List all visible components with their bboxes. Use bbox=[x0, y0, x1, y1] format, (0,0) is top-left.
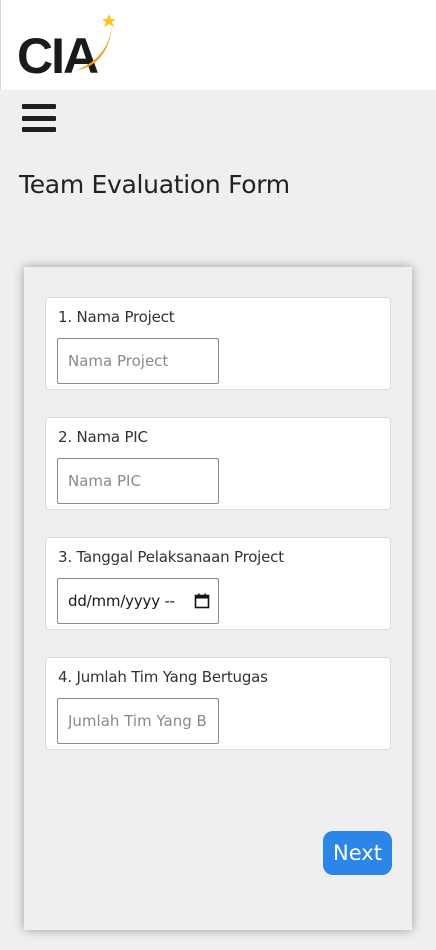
team-count-input[interactable] bbox=[57, 698, 219, 744]
date-input-value: dd/mm/yyyy -- bbox=[68, 592, 175, 610]
calendar-icon[interactable] bbox=[194, 593, 210, 609]
field-team-count: 4. Jumlah Tim Yang Bertugas bbox=[45, 657, 391, 750]
hamburger-icon[interactable] bbox=[22, 104, 56, 132]
field-label: 1. Nama Project bbox=[58, 308, 175, 326]
field-label: 2. Nama PIC bbox=[58, 428, 148, 446]
hamburger-line bbox=[22, 104, 56, 109]
logo-star-icon bbox=[102, 14, 116, 27]
evaluation-form: 1. Nama Project 2. Nama PIC 3. Tanggal P… bbox=[24, 267, 412, 930]
next-button[interactable]: Next bbox=[323, 831, 392, 875]
field-pic-name: 2. Nama PIC bbox=[45, 417, 391, 510]
field-project-name: 1. Nama Project bbox=[45, 297, 391, 390]
page-title: Team Evaluation Form bbox=[19, 170, 290, 199]
app-page: CIA Team Evaluation Form 1. Nama Project… bbox=[0, 0, 436, 950]
project-name-input[interactable] bbox=[57, 338, 219, 384]
hamburger-line bbox=[22, 127, 56, 132]
field-label: 3. Tanggal Pelaksanaan Project bbox=[58, 548, 284, 566]
hamburger-line bbox=[22, 115, 56, 121]
field-project-date: 3. Tanggal Pelaksanaan Project dd/mm/yyy… bbox=[45, 537, 391, 630]
field-label: 4. Jumlah Tim Yang Bertugas bbox=[58, 668, 268, 686]
cia-logo: CIA bbox=[17, 14, 116, 78]
pic-name-input[interactable] bbox=[57, 458, 219, 504]
project-date-input[interactable]: dd/mm/yyyy -- bbox=[57, 578, 219, 624]
header-bar: CIA bbox=[0, 0, 436, 90]
logo-text: CIA bbox=[17, 28, 98, 78]
